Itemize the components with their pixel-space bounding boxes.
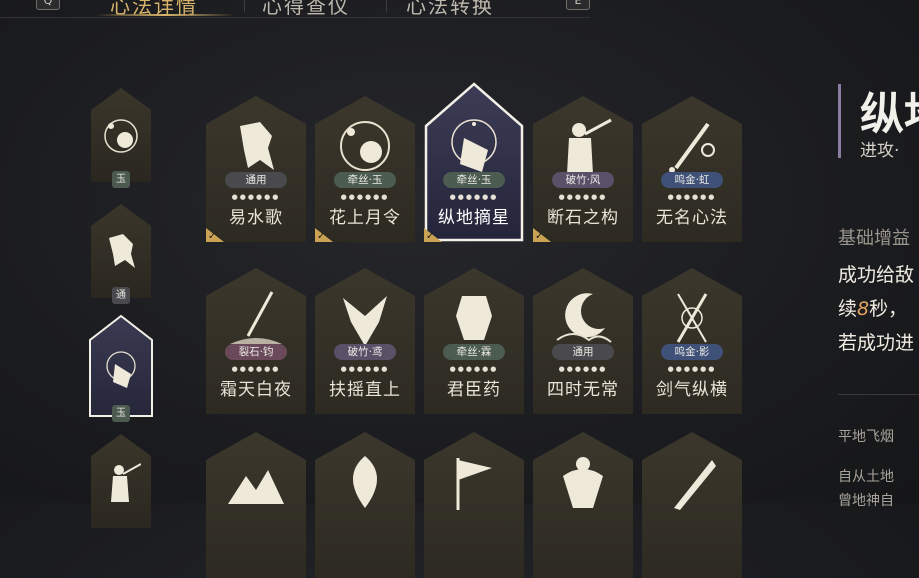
equipped-slot-4[interactable] [91, 434, 151, 528]
card-name: 扶摇直上 [329, 380, 401, 400]
next-tab-key[interactable]: E [566, 0, 590, 10]
detail-subtitle: 进攻· [860, 141, 900, 161]
xinfa-card[interactable] [533, 432, 633, 578]
xinfa-card[interactable]: 破竹·鸢 ●●●●●● 扶摇直上 [315, 268, 415, 414]
eagle-icon [335, 288, 395, 348]
title-accent-bar [838, 84, 841, 158]
card-name: 无名心法 [656, 208, 728, 228]
card-rank-dots: ●●●●●● [667, 193, 717, 201]
card-name: 纵地摘星 [438, 208, 510, 228]
horse-icon [101, 230, 141, 272]
pot-icon [444, 288, 504, 348]
card-rank-dots: ●●●●●● [558, 193, 608, 201]
detail-line-1: 成功给敌 [838, 264, 915, 286]
card-school-tag: 破竹·风 [552, 172, 614, 188]
equipped-slot-2[interactable]: 通 [91, 204, 151, 304]
card-school-tag: 牵丝·玉 [443, 172, 505, 188]
card-school-tag: 鸣金·影 [661, 344, 723, 360]
top-tab-bar: Q 心法详情 心得查仪 心法转换 E [0, 0, 600, 18]
xinfa-card[interactable] [315, 432, 415, 578]
card-name: 易水歌 [229, 208, 283, 228]
detail-title: 纵地 [860, 89, 919, 140]
flower-moon-icon [101, 114, 141, 156]
detail-text: 续 [838, 298, 858, 320]
detail-text: 秒， [869, 298, 908, 320]
detail-note-line-2: 曾地神自 [838, 493, 894, 509]
card-school-tag: 破竹·鸢 [334, 344, 396, 360]
horse-icon [226, 116, 286, 176]
tab-divider [0, 17, 590, 18]
detail-note-line-1: 自从土地 [838, 469, 894, 485]
card-school-tag: 牵丝·玉 [334, 172, 396, 188]
equipped-slot-1[interactable]: 玉 [91, 88, 151, 188]
check-icon: ✓ [426, 231, 435, 242]
check-icon: ✓ [208, 231, 217, 242]
check-icon: ✓ [535, 231, 544, 242]
card-rank-dots: ●●●●●● [340, 365, 390, 373]
card-rank-dots: ●●●●●● [558, 365, 608, 373]
card-rank-dots: ●●●●●● [667, 365, 717, 373]
card-rank-dots: ●●●●●● [340, 193, 390, 201]
card-school-tag: 通用 [225, 172, 287, 188]
slot-tag: 玉 [112, 405, 130, 422]
xinfa-card[interactable] [642, 432, 742, 578]
dancer-icon [553, 452, 613, 512]
xinfa-card[interactable]: 破竹·风 ●●●●●● 断石之构 ✓ [533, 96, 633, 242]
check-icon: ✓ [317, 231, 326, 242]
tab-separator [244, 0, 245, 12]
detail-section-heading: 基础增益 [838, 228, 910, 249]
star-mask-icon [444, 116, 504, 176]
xinfa-card[interactable] [424, 432, 524, 578]
leaf-face-icon [335, 452, 395, 512]
prev-tab-key[interactable]: Q [36, 0, 60, 10]
card-school-tag: 鸣金·虹 [661, 172, 723, 188]
xinfa-card[interactable]: 鸣金·虹 ●●●●●● 无名心法 [642, 96, 742, 242]
card-school-tag: 裂石·钧 [225, 344, 287, 360]
moon-cloud-icon [553, 288, 613, 348]
blade-icon [226, 288, 286, 348]
detail-duration-value: 8 [857, 298, 870, 320]
flower-moon-icon [335, 116, 395, 176]
tab-separator [386, 0, 387, 12]
card-name: 霜天白夜 [220, 380, 292, 400]
card-name: 四时无常 [547, 380, 619, 400]
twin-sword-icon [662, 288, 722, 348]
card-name: 剑气纵横 [656, 380, 728, 400]
equipped-slot-3[interactable]: 玉 [88, 314, 154, 422]
card-school-tag: 牵丝·霖 [443, 344, 505, 360]
detail-note-title: 平地飞烟 [838, 429, 894, 445]
detail-divider [838, 394, 919, 395]
card-rank-dots: ●●●●●● [231, 193, 281, 201]
xinfa-card[interactable]: 鸣金·影 ●●●●●● 剑气纵横 [642, 268, 742, 414]
card-name: 花上月令 [329, 208, 401, 228]
xinfa-card[interactable]: 通用 ●●●●●● 四时无常 [533, 268, 633, 414]
xinfa-card[interactable]: 牵丝·霖 ●●●●●● 君臣药 [424, 268, 524, 414]
card-rank-dots: ●●●●●● [231, 365, 281, 373]
star-mask-icon [101, 348, 141, 390]
xinfa-card[interactable]: 通用 ●●●●●● 易水歌 ✓ [206, 96, 306, 242]
knife-icon [662, 452, 722, 512]
swordsman-icon [553, 116, 613, 176]
detail-line-2: 续8秒， [838, 294, 907, 321]
card-school-tag: 通用 [552, 344, 614, 360]
flag-icon [444, 452, 504, 512]
xinfa-card[interactable]: 裂石·钧 ●●●●●● 霜天白夜 [206, 268, 306, 414]
sword-icon [662, 116, 722, 176]
card-rank-dots: ●●●●●● [449, 193, 499, 201]
xinfa-card[interactable] [206, 432, 306, 578]
mountain-icon [226, 452, 286, 512]
card-name: 君臣药 [447, 380, 501, 400]
card-name: 断石之构 [547, 208, 619, 228]
slot-tag: 通 [112, 287, 130, 304]
xinfa-card[interactable]: 牵丝·玉 ●●●●●● 花上月令 ✓ [315, 96, 415, 242]
xinfa-card[interactable]: 牵丝·玉 ●●●●●● 纵地摘星 ✓ [424, 82, 524, 242]
detail-line-3: 若成功进 [838, 332, 915, 354]
active-tab-indicator [95, 14, 235, 16]
card-rank-dots: ●●●●●● [449, 365, 499, 373]
slot-tag: 玉 [112, 171, 130, 188]
swordsman-icon [101, 460, 142, 502]
